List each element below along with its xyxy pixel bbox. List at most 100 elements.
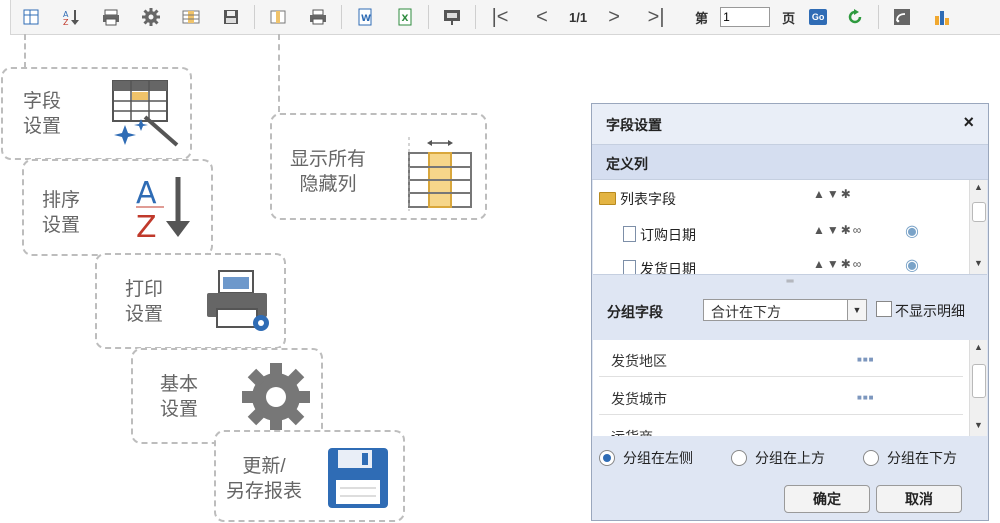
last-page-button[interactable]: >| — [645, 6, 667, 28]
radio-label: 分组在下方 — [887, 450, 957, 466]
radio-group-bottom[interactable]: 分组在下方 — [863, 448, 957, 468]
gear-icon[interactable] — [140, 6, 162, 28]
eye-icon[interactable]: ◉ — [905, 255, 919, 274]
splitter-handle[interactable]: ═ — [593, 276, 987, 288]
callout-label: 打印 设置 — [125, 279, 164, 325]
radio-button[interactable] — [863, 450, 879, 466]
callout-print-settings: 打印 设置 — [95, 253, 286, 349]
callout-show-hidden-columns: 显示所有 隐藏列 — [270, 113, 487, 220]
connector-line — [278, 34, 280, 112]
scroll-down-icon[interactable]: ▼ — [970, 420, 987, 430]
scroll-thumb[interactable] — [972, 202, 986, 222]
chevron-down-icon[interactable]: ▼ — [847, 300, 866, 320]
presentation-icon[interactable] — [441, 6, 463, 28]
radio-label: 分组在上方 — [755, 450, 825, 466]
cancel-button[interactable]: 取消 — [876, 485, 962, 513]
callout-label: 更新/ 另存报表 — [226, 456, 303, 502]
list-item-label: 列表字段 — [620, 191, 676, 207]
scroll-thumb[interactable] — [972, 364, 986, 398]
save-icon[interactable] — [220, 6, 242, 28]
svg-text:X: X — [402, 14, 409, 24]
list-item[interactable]: 列表字段 ▲▼✱ — [593, 180, 969, 214]
callout-update-save: 更新/ 另存报表 — [214, 430, 405, 522]
radio-button[interactable] — [731, 450, 747, 466]
first-page-button[interactable]: |< — [489, 6, 511, 28]
eye-icon[interactable]: ◉ — [905, 221, 919, 241]
callout-label: 基本 设置 — [160, 374, 199, 420]
group-total-select[interactable]: 合计在下方 ▼ — [703, 299, 867, 321]
hidden-columns-icon — [405, 135, 475, 216]
drag-handle-icon[interactable]: ■■■ — [857, 393, 875, 402]
sort-az-icon: AZ — [134, 173, 194, 248]
hide-detail-checkbox[interactable] — [876, 301, 892, 317]
page-number-input[interactable] — [720, 7, 771, 27]
list-item-label: 运货商 — [611, 427, 653, 436]
row-actions[interactable]: ▲▼✱∞ — [813, 257, 863, 271]
svg-text:Z: Z — [136, 210, 157, 243]
radio-button[interactable] — [599, 450, 615, 466]
chart-icon[interactable] — [931, 6, 953, 28]
scroll-down-icon[interactable]: ▼ — [970, 258, 987, 268]
define-columns-header: 定义列 — [592, 145, 988, 180]
callout-field-settings: 字段 设置 — [1, 67, 192, 160]
connector-line — [24, 34, 26, 68]
radio-group-top[interactable]: 分组在上方 — [731, 448, 825, 468]
previous-page-button[interactable]: < — [531, 6, 553, 28]
scrollbar[interactable]: ▲ ▼ — [969, 340, 987, 436]
tree-node: 订购日期 — [623, 225, 696, 245]
list-item[interactable]: 发货日期 ▲▼✱∞ ◉ — [593, 250, 969, 275]
svg-text:A: A — [136, 176, 157, 211]
show-hidden-columns-icon[interactable] — [180, 6, 202, 28]
radio-label: 分组在左侧 — [623, 450, 693, 466]
callout-label: 字段 设置 — [23, 91, 62, 137]
list-item[interactable]: 发货地区 ■■■ — [599, 342, 963, 377]
toolbar-separator — [428, 5, 429, 29]
next-page-button[interactable]: > — [603, 6, 625, 28]
printer-icon — [205, 269, 273, 342]
toolbar-separator — [475, 5, 476, 29]
group-field-bar: 分组字段 合计在下方 ▼ 不显示明细 — [593, 290, 987, 332]
column-tree: 列表字段 ▲▼✱ 订购日期 ▲▼✱∞ ◉ 发货日期 ▲▼✱∞ ◉ ▲ ▼ — [593, 180, 987, 275]
scroll-up-icon[interactable]: ▲ — [970, 182, 987, 192]
columns-icon[interactable] — [267, 6, 289, 28]
print-settings-icon[interactable] — [100, 6, 122, 28]
page-suffix: 页 — [782, 10, 796, 26]
field-settings-icon[interactable] — [20, 6, 42, 28]
rss-icon[interactable] — [891, 6, 913, 28]
page-prefix: 第 — [695, 10, 709, 26]
page-indicator: 1/1 — [569, 9, 588, 25]
document-icon — [623, 226, 636, 242]
group-label: 分组字段 — [607, 304, 663, 320]
table-magic-icon — [111, 79, 181, 154]
hide-detail-label: 不显示明细 — [895, 303, 965, 319]
export-word-icon[interactable]: W — [354, 6, 376, 28]
callout-label: 显示所有 隐藏列 — [290, 149, 367, 195]
ok-button[interactable]: 确定 — [784, 485, 870, 513]
close-button[interactable]: × — [963, 112, 974, 133]
list-item[interactable]: 订购日期 ▲▼✱∞ ◉ — [593, 216, 969, 250]
export-excel-icon[interactable]: X — [394, 6, 416, 28]
refresh-icon[interactable] — [844, 6, 866, 28]
print-icon[interactable] — [307, 6, 329, 28]
drag-handle-icon[interactable]: ■■■ — [857, 355, 875, 364]
tree-node: 列表字段 — [599, 189, 676, 209]
list-item-label: 订购日期 — [640, 227, 696, 243]
list-item-label: 发货城市 — [611, 391, 667, 407]
scrollbar[interactable]: ▲ ▼ — [969, 180, 987, 274]
list-item-label: 发货地区 — [611, 353, 667, 369]
list-item-label: 发货日期 — [640, 261, 696, 275]
row-actions[interactable]: ▲▼✱ — [813, 187, 853, 201]
toolbar-separator — [254, 5, 255, 29]
sort-icon[interactable]: AZ — [60, 6, 82, 28]
dialog-title: 字段设置 — [606, 117, 662, 133]
go-button[interactable]: Go — [809, 9, 828, 25]
toolbar-separator — [341, 5, 342, 29]
scroll-up-icon[interactable]: ▲ — [970, 342, 987, 352]
toolbar-separator — [878, 5, 880, 29]
report-toolbar: AZ W X |< < 1/1 > >| 第 页 Go — [10, 0, 1000, 35]
callout-sort-settings: 排序 设置 AZ — [22, 159, 213, 256]
list-item[interactable]: 发货城市 ■■■ — [599, 380, 963, 415]
list-item[interactable]: 运货商 — [599, 418, 963, 436]
row-actions[interactable]: ▲▼✱∞ — [813, 223, 863, 237]
radio-group-left[interactable]: 分组在左侧 — [599, 448, 693, 468]
